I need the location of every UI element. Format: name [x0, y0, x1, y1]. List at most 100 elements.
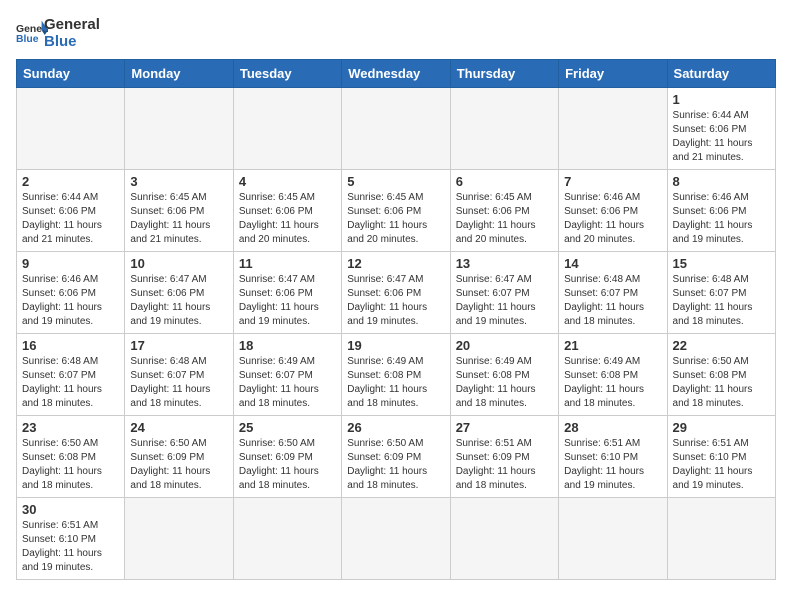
logo-general: General [44, 16, 100, 33]
logo: General Blue General Blue [16, 16, 100, 51]
col-header-sunday: Sunday [17, 59, 125, 87]
calendar-cell: 21 Sunrise: 6:49 AMSunset: 6:08 PMDayligh… [559, 333, 667, 415]
calendar-cell [125, 497, 233, 579]
day-number: 28 [564, 420, 661, 435]
day-number: 12 [347, 256, 444, 271]
day-info: Sunrise: 6:44 AMSunset: 6:06 PMDaylight:… [22, 191, 119, 247]
day-number: 18 [239, 338, 336, 353]
calendar-cell: 25 Sunrise: 6:50 AMSunset: 6:09 PMDayligh… [233, 415, 341, 497]
day-number: 11 [239, 256, 336, 271]
week-row-4: 23 Sunrise: 6:50 AMSunset: 6:08 PMDayligh… [17, 415, 776, 497]
day-info: Sunrise: 6:51 AMSunset: 6:09 PMDaylight:… [456, 437, 553, 493]
calendar-cell: 24 Sunrise: 6:50 AMSunset: 6:09 PMDayligh… [125, 415, 233, 497]
week-row-5: 30 Sunrise: 6:51 AMSunset: 6:10 PMDayligh… [17, 497, 776, 579]
day-info: Sunrise: 6:45 AMSunset: 6:06 PMDaylight:… [347, 191, 444, 247]
day-number: 23 [22, 420, 119, 435]
calendar-cell [450, 497, 558, 579]
day-number: 19 [347, 338, 444, 353]
day-info: Sunrise: 6:50 AMSunset: 6:08 PMDaylight:… [22, 437, 119, 493]
day-info: Sunrise: 6:50 AMSunset: 6:09 PMDaylight:… [347, 437, 444, 493]
calendar-cell [450, 87, 558, 169]
col-header-thursday: Thursday [450, 59, 558, 87]
header: General Blue General Blue [16, 16, 776, 51]
day-number: 4 [239, 174, 336, 189]
day-info: Sunrise: 6:49 AMSunset: 6:08 PMDaylight:… [564, 355, 661, 411]
day-info: Sunrise: 6:49 AMSunset: 6:07 PMDaylight:… [239, 355, 336, 411]
day-info: Sunrise: 6:47 AMSunset: 6:06 PMDaylight:… [130, 273, 227, 329]
day-number: 20 [456, 338, 553, 353]
calendar-cell: 29Sunrise: 6:51 AMSunset: 6:10 PMDayligh… [667, 415, 775, 497]
calendar-cell: 1 Sunrise: 6:44 AMSunset: 6:06 PMDaylight… [667, 87, 775, 169]
calendar-header-row: SundayMondayTuesdayWednesdayThursdayFrid… [17, 59, 776, 87]
calendar-cell: 26 Sunrise: 6:50 AMSunset: 6:09 PMDayligh… [342, 415, 450, 497]
day-info: Sunrise: 6:50 AMSunset: 6:08 PMDaylight:… [673, 355, 770, 411]
svg-text:Blue: Blue [16, 34, 39, 45]
day-number: 27 [456, 420, 553, 435]
calendar-cell: 13Sunrise: 6:47 AMSunset: 6:07 PMDayligh… [450, 251, 558, 333]
day-number: 8 [673, 174, 770, 189]
col-header-friday: Friday [559, 59, 667, 87]
day-number: 6 [456, 174, 553, 189]
day-number: 30 [22, 502, 119, 517]
day-info: Sunrise: 6:51 AMSunset: 6:10 PMDaylight:… [22, 519, 119, 575]
day-info: Sunrise: 6:48 AMSunset: 6:07 PMDaylight:… [22, 355, 119, 411]
calendar-cell: 11 Sunrise: 6:47 AMSunset: 6:06 PMDayligh… [233, 251, 341, 333]
day-info: Sunrise: 6:49 AMSunset: 6:08 PMDaylight:… [456, 355, 553, 411]
day-number: 9 [22, 256, 119, 271]
calendar: SundayMondayTuesdayWednesdayThursdayFrid… [16, 59, 776, 580]
logo-blue: Blue [44, 33, 100, 50]
week-row-0: 1 Sunrise: 6:44 AMSunset: 6:06 PMDaylight… [17, 87, 776, 169]
day-info: Sunrise: 6:48 AMSunset: 6:07 PMDaylight:… [673, 273, 770, 329]
calendar-cell: 14Sunrise: 6:48 AMSunset: 6:07 PMDayligh… [559, 251, 667, 333]
week-row-1: 2 Sunrise: 6:44 AMSunset: 6:06 PMDaylight… [17, 169, 776, 251]
calendar-cell: 15 Sunrise: 6:48 AMSunset: 6:07 PMDayligh… [667, 251, 775, 333]
day-number: 21 [564, 338, 661, 353]
day-info: Sunrise: 6:51 AMSunset: 6:10 PMDaylight:… [673, 437, 770, 493]
day-number: 2 [22, 174, 119, 189]
calendar-cell [559, 87, 667, 169]
calendar-cell [17, 87, 125, 169]
calendar-cell: 4 Sunrise: 6:45 AMSunset: 6:06 PMDaylight… [233, 169, 341, 251]
calendar-cell [342, 87, 450, 169]
day-number: 15 [673, 256, 770, 271]
calendar-cell: 8Sunrise: 6:46 AMSunset: 6:06 PMDaylight… [667, 169, 775, 251]
calendar-cell [233, 87, 341, 169]
calendar-cell: 22 Sunrise: 6:50 AMSunset: 6:08 PMDayligh… [667, 333, 775, 415]
day-number: 26 [347, 420, 444, 435]
week-row-3: 16Sunrise: 6:48 AMSunset: 6:07 PMDayligh… [17, 333, 776, 415]
calendar-cell: 28 Sunrise: 6:51 AMSunset: 6:10 PMDayligh… [559, 415, 667, 497]
day-number: 10 [130, 256, 227, 271]
day-info: Sunrise: 6:44 AMSunset: 6:06 PMDaylight:… [673, 109, 770, 165]
calendar-cell: 30 Sunrise: 6:51 AMSunset: 6:10 PMDayligh… [17, 497, 125, 579]
calendar-cell: 19Sunrise: 6:49 AMSunset: 6:08 PMDayligh… [342, 333, 450, 415]
day-info: Sunrise: 6:45 AMSunset: 6:06 PMDaylight:… [239, 191, 336, 247]
calendar-cell: 2 Sunrise: 6:44 AMSunset: 6:06 PMDaylight… [17, 169, 125, 251]
calendar-cell [233, 497, 341, 579]
day-number: 22 [673, 338, 770, 353]
day-info: Sunrise: 6:46 AMSunset: 6:06 PMDaylight:… [22, 273, 119, 329]
day-number: 17 [130, 338, 227, 353]
day-number: 13 [456, 256, 553, 271]
calendar-cell: 7 Sunrise: 6:46 AMSunset: 6:06 PMDaylight… [559, 169, 667, 251]
calendar-cell: 10 Sunrise: 6:47 AMSunset: 6:06 PMDayligh… [125, 251, 233, 333]
calendar-cell: 9 Sunrise: 6:46 AMSunset: 6:06 PMDaylight… [17, 251, 125, 333]
calendar-cell: 27 Sunrise: 6:51 AMSunset: 6:09 PMDayligh… [450, 415, 558, 497]
col-header-saturday: Saturday [667, 59, 775, 87]
calendar-cell [559, 497, 667, 579]
week-row-2: 9 Sunrise: 6:46 AMSunset: 6:06 PMDaylight… [17, 251, 776, 333]
day-info: Sunrise: 6:50 AMSunset: 6:09 PMDaylight:… [130, 437, 227, 493]
day-number: 1 [673, 92, 770, 107]
day-number: 7 [564, 174, 661, 189]
calendar-cell: 18 Sunrise: 6:49 AMSunset: 6:07 PMDayligh… [233, 333, 341, 415]
day-info: Sunrise: 6:50 AMSunset: 6:09 PMDaylight:… [239, 437, 336, 493]
calendar-cell [342, 497, 450, 579]
day-info: Sunrise: 6:47 AMSunset: 6:06 PMDaylight:… [239, 273, 336, 329]
day-info: Sunrise: 6:46 AMSunset: 6:06 PMDaylight:… [564, 191, 661, 247]
col-header-monday: Monday [125, 59, 233, 87]
day-info: Sunrise: 6:51 AMSunset: 6:10 PMDaylight:… [564, 437, 661, 493]
day-number: 25 [239, 420, 336, 435]
day-number: 24 [130, 420, 227, 435]
calendar-cell: 12Sunrise: 6:47 AMSunset: 6:06 PMDayligh… [342, 251, 450, 333]
col-header-wednesday: Wednesday [342, 59, 450, 87]
day-info: Sunrise: 6:45 AMSunset: 6:06 PMDaylight:… [130, 191, 227, 247]
